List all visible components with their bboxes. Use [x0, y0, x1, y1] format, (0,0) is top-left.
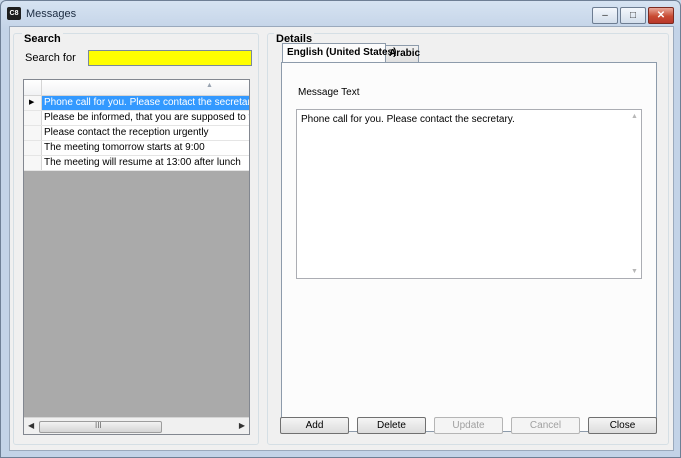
current-row-pointer-icon: ▶	[29, 99, 35, 106]
search-input[interactable]	[88, 50, 252, 66]
row-header[interactable]	[24, 141, 42, 155]
scrollbar-grip-icon: III	[95, 421, 102, 430]
maximize-button[interactable]: □	[620, 7, 646, 24]
message-text-area[interactable]: Phone call for you. Please contact the s…	[296, 109, 642, 279]
scroll-right-icon[interactable]: ▶	[239, 421, 245, 430]
message-text-label: Message Text	[298, 87, 360, 98]
row-header[interactable]	[24, 126, 42, 140]
scroll-left-icon[interactable]: ◀	[28, 421, 34, 430]
window-controls: – □ ✕	[590, 7, 674, 24]
message-vertical-scrollbar[interactable]: ▲ ▼	[627, 110, 641, 278]
grid-row[interactable]: The meeting tomorrow starts at 9:00	[24, 141, 249, 156]
sort-asc-icon[interactable]: ▲	[206, 82, 213, 89]
grid-row[interactable]: Please contact the reception urgently	[24, 126, 249, 141]
search-for-label: Search for	[25, 52, 76, 64]
grid-cell-message[interactable]: The meeting tomorrow starts at 9:00	[44, 142, 205, 153]
scroll-up-icon[interactable]: ▲	[631, 113, 638, 120]
tab-page-english: Message Text Phone call for you. Please …	[281, 62, 657, 432]
minimize-button[interactable]: –	[592, 7, 618, 24]
close-window-button[interactable]: ✕	[648, 7, 674, 24]
app-icon: C8	[7, 7, 21, 20]
maximize-icon: □	[629, 10, 637, 21]
grid-row[interactable]: Please be informed, that you are suppose…	[24, 111, 249, 126]
title-bar[interactable]: C8 Messages – □ ✕	[1, 1, 680, 27]
client-area: Search Search for ▲ ▶ Phone call for you…	[9, 26, 674, 451]
row-header[interactable]	[24, 156, 42, 170]
grid-cell-message[interactable]: Phone call for you. Please contact the s…	[44, 97, 249, 108]
grid-cell-message[interactable]: Please be informed, that you are suppose…	[44, 112, 249, 123]
add-button[interactable]: Add	[280, 417, 349, 434]
search-group-label: Search	[22, 33, 63, 45]
close-button[interactable]: Close	[588, 417, 657, 434]
grid-header-corner	[24, 80, 42, 95]
row-header[interactable]: ▶	[24, 96, 42, 110]
messages-window: C8 Messages – □ ✕ Search Search for ▲ ▶ …	[0, 0, 681, 458]
message-text-value[interactable]: Phone call for you. Please contact the s…	[301, 114, 515, 125]
close-icon: ✕	[656, 10, 666, 21]
grid-cell-message[interactable]: The meeting will resume at 13:00 after l…	[44, 157, 241, 168]
tab-english[interactable]: English (United States)	[282, 43, 396, 62]
grid-cell-message[interactable]: Please contact the reception urgently	[44, 127, 209, 138]
messages-grid[interactable]: ▲ ▶ Phone call for you. Please contact t…	[23, 79, 250, 435]
minimize-icon: –	[602, 10, 608, 21]
grid-row[interactable]: The meeting will resume at 13:00 after l…	[24, 156, 249, 171]
cancel-button[interactable]: Cancel	[511, 417, 580, 434]
grid-row[interactable]: ▶ Phone call for you. Please contact the…	[24, 96, 249, 111]
grid-header[interactable]: ▲	[24, 80, 249, 96]
window-title: Messages	[26, 8, 77, 20]
update-button[interactable]: Update	[434, 417, 503, 434]
row-header[interactable]	[24, 111, 42, 125]
grid-horizontal-scrollbar[interactable]: ◀ III ▶	[24, 417, 249, 434]
delete-button[interactable]: Delete	[357, 417, 426, 434]
scrollbar-thumb[interactable]: III	[39, 421, 162, 433]
scroll-down-icon[interactable]: ▼	[631, 268, 638, 275]
